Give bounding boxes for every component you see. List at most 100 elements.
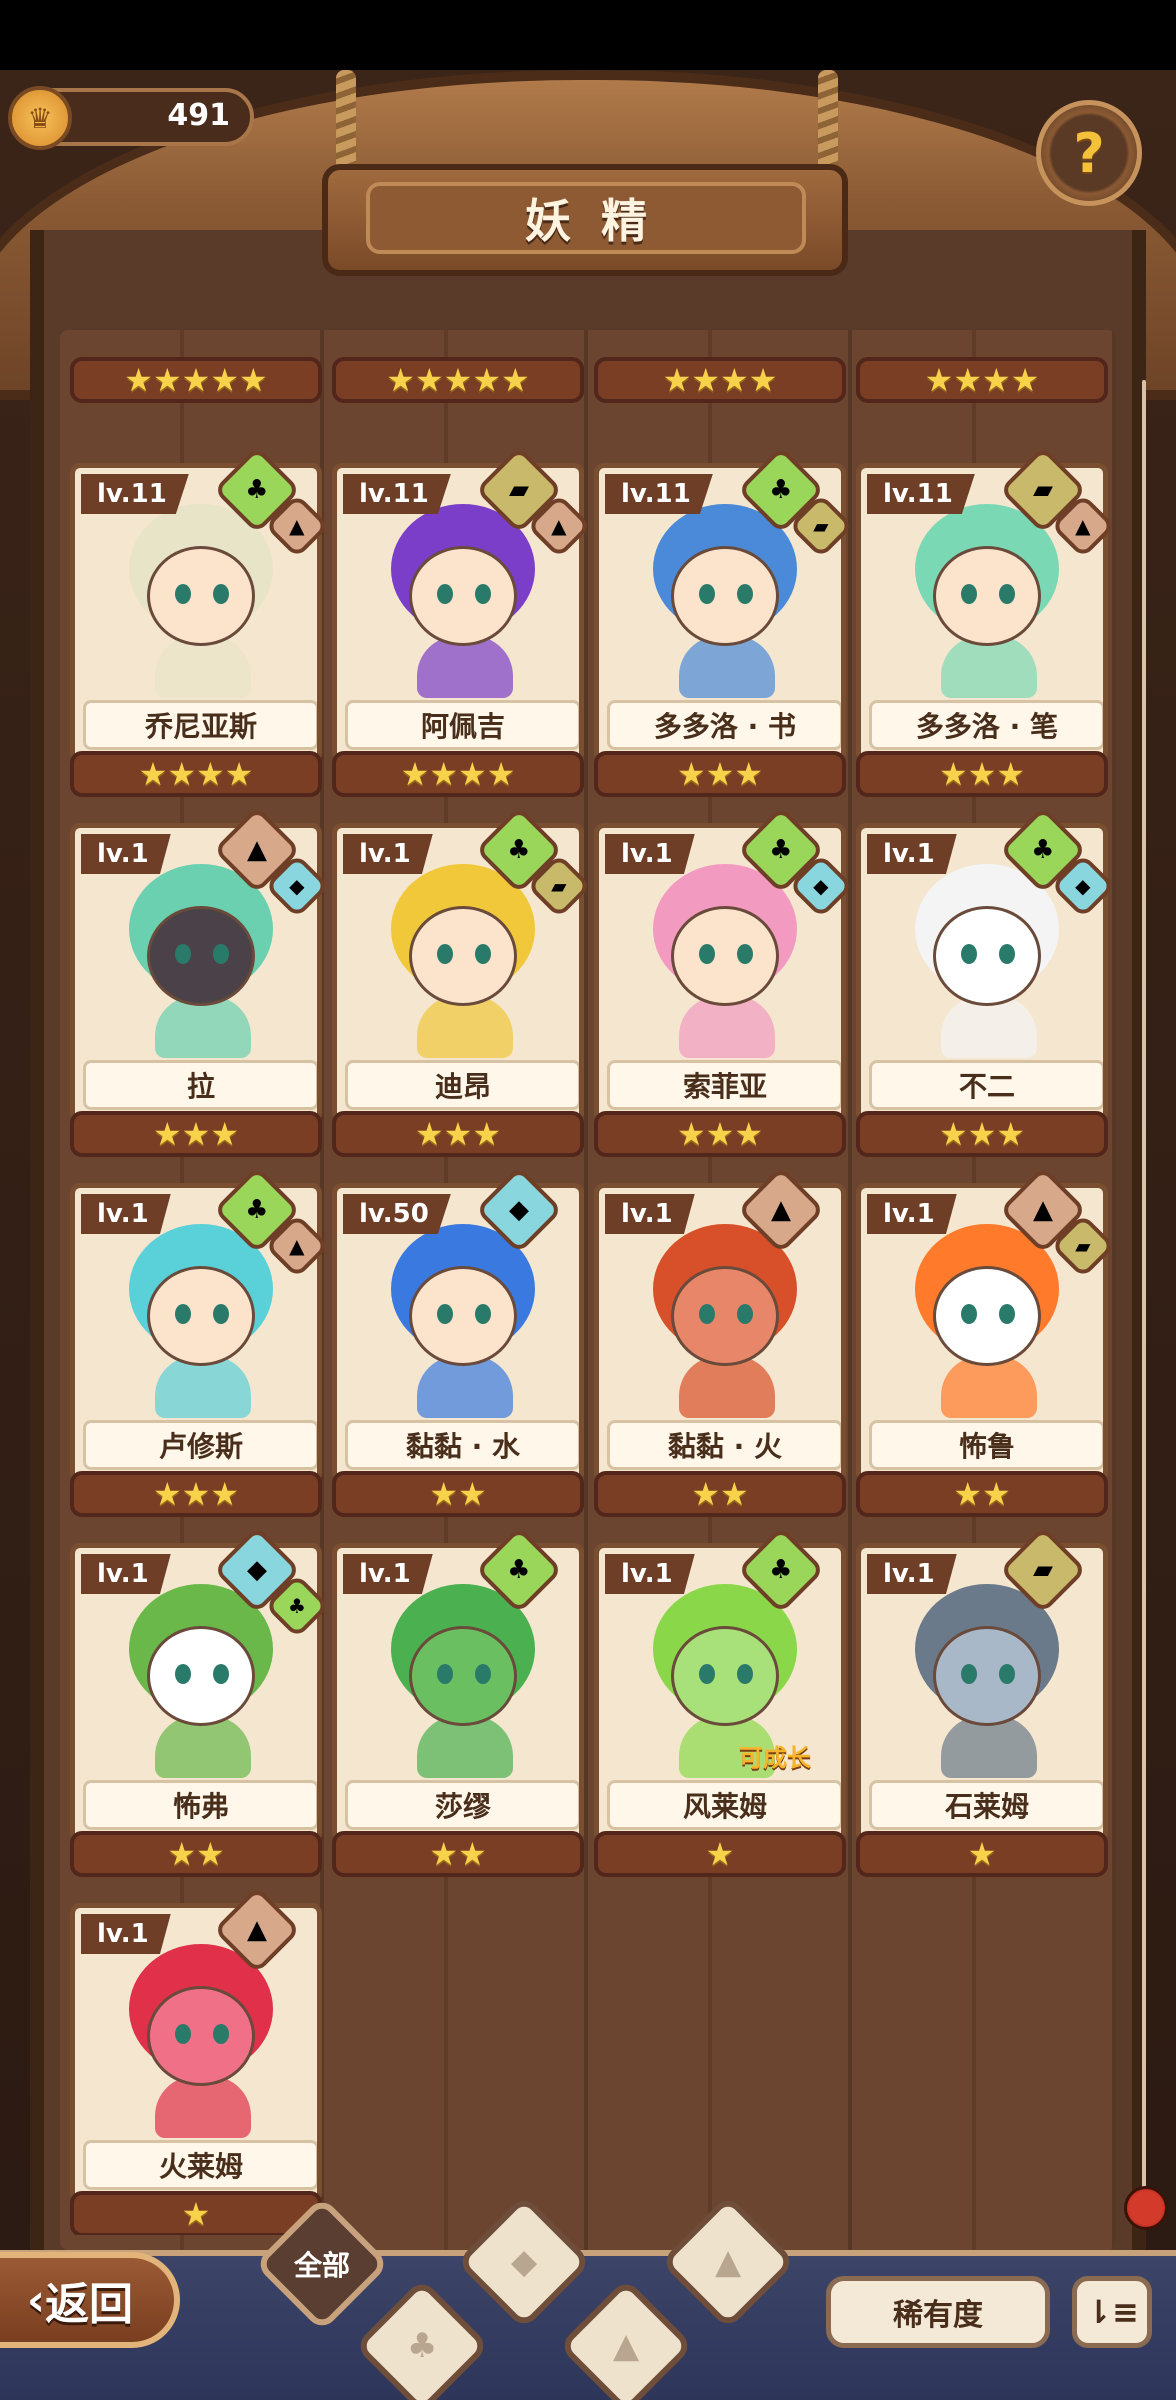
- card-star-strip: ★★★: [856, 1111, 1108, 1157]
- fairy-card[interactable]: 怖弗 lv.1 ◆ ♣ ★★: [70, 1526, 330, 1877]
- fairy-card[interactable]: 黏黏 · 火 lv.1 ▲ ★★: [594, 1166, 846, 1517]
- fairy-name: 多多洛 · 书: [607, 700, 841, 750]
- fairy-card[interactable]: 火莱姆 lv.1 ▲ ★: [70, 1886, 322, 2235]
- level-badge: lv.1: [343, 834, 433, 874]
- status-bar: [0, 0, 1176, 70]
- fairy-card[interactable]: 索菲亚 lv.1 ♣ ◆ ★★★: [594, 806, 854, 1157]
- card-frame: 莎缪 lv.1: [332, 1543, 584, 1843]
- level-badge: lv.1: [605, 834, 695, 874]
- fairy-face: [671, 906, 779, 1006]
- fairy-eye: [175, 944, 191, 964]
- fairy-card[interactable]: 多多洛 · 书 lv.11 ♣ ▰ ★★★: [594, 446, 854, 797]
- card-star-strip: ★★★★: [332, 751, 584, 797]
- rock-glyph: ▲: [247, 1915, 267, 1945]
- rock-glyph: ▲: [551, 513, 567, 538]
- fairy-face: [409, 1626, 517, 1726]
- earth-glyph: ▰: [509, 475, 529, 505]
- plant-glyph: ♣: [245, 475, 269, 505]
- fairy-card[interactable]: 多多洛 · 笔 lv.11 ▰ ▲ ★★★: [856, 446, 1116, 797]
- partial-card-stars[interactable]: ★★★★: [594, 357, 846, 403]
- fairy-eye: [175, 584, 191, 604]
- fairy-eye: [999, 584, 1015, 604]
- card-star-strip: ★★★: [594, 1111, 846, 1157]
- growable-tag: 可成长: [739, 1744, 811, 1772]
- fairy-eye: [437, 1664, 453, 1684]
- plant-glyph: ♣: [1031, 835, 1055, 865]
- fairy-eye: [437, 584, 453, 604]
- star-rating: ★★★: [938, 1115, 1026, 1153]
- star-rating: ★★: [429, 1475, 487, 1513]
- fairy-card[interactable]: 可成长 风莱姆 lv.1 ♣ ★: [594, 1526, 846, 1877]
- fairy-eye: [737, 1304, 753, 1324]
- fairy-face: [671, 1626, 779, 1726]
- fairy-portrait: [91, 1928, 311, 2138]
- level-badge: lv.50: [343, 1194, 451, 1234]
- level-badge: lv.1: [81, 1194, 171, 1234]
- card-star-strip: ★★: [856, 1471, 1108, 1517]
- plant-glyph: ♣: [288, 1594, 306, 1618]
- sort-order-button[interactable]: ⇂≡: [1072, 2276, 1152, 2348]
- fairy-name: 拉: [83, 1060, 317, 1110]
- fairy-card[interactable]: 石莱姆 lv.1 ▰ ★: [856, 1526, 1108, 1877]
- star-rating: ★★: [167, 1835, 225, 1873]
- level-badge: lv.1: [343, 1554, 433, 1594]
- fairy-card[interactable]: 不二 lv.1 ♣ ◆ ★★★: [856, 806, 1116, 1157]
- rock-glyph: ▲: [771, 1195, 791, 1225]
- fairy-card[interactable]: 阿佩吉 lv.11 ▰ ▲ ★★★★: [332, 446, 592, 797]
- fairy-portrait: [353, 1568, 573, 1778]
- fairy-card[interactable]: 莎缪 lv.1 ♣ ★★: [332, 1526, 584, 1877]
- plant-glyph: ♣: [507, 835, 531, 865]
- card-star-strip: ★★★: [70, 1471, 322, 1517]
- fairy-eye: [475, 1304, 491, 1324]
- fairy-name: 黏黏 · 火: [607, 1420, 841, 1470]
- coin-icon: ♛: [8, 86, 72, 150]
- fairy-eye: [437, 1304, 453, 1324]
- fairy-eye: [213, 1664, 229, 1684]
- level-badge: lv.1: [605, 1554, 695, 1594]
- card-star-strip: ★★: [594, 1471, 846, 1517]
- back-button[interactable]: ‹ 返回: [0, 2252, 180, 2348]
- scrollbar-track[interactable]: [1142, 380, 1146, 2200]
- fairy-card[interactable]: 乔尼亚斯 lv.11 ♣ ▲ ★★★★: [70, 446, 330, 797]
- fairy-eye: [175, 1304, 191, 1324]
- plant-glyph: ♣: [245, 1195, 269, 1225]
- fairy-name: 多多洛 · 笔: [869, 700, 1103, 750]
- card-star-strip: ★★: [332, 1471, 584, 1517]
- card-frame: 可成长 风莱姆 lv.1: [594, 1543, 846, 1843]
- scroll-thumb-ladybug[interactable]: [1124, 2186, 1168, 2230]
- fairy-card[interactable]: 迪昂 lv.1 ♣ ▰ ★★★: [332, 806, 592, 1157]
- card-star-strip: ★★★: [856, 751, 1108, 797]
- fairy-card[interactable]: 卢修斯 lv.1 ♣ ▲ ★★★: [70, 1166, 330, 1517]
- star-rating: ★★★: [676, 755, 764, 793]
- card-frame: 黏黏 · 火 lv.1: [594, 1183, 846, 1483]
- level-badge: lv.1: [81, 1554, 171, 1594]
- fairy-card[interactable]: 拉 lv.1 ▲ ◆ ★★★: [70, 806, 330, 1157]
- help-icon: ?: [1073, 121, 1105, 185]
- plant-glyph: ♣: [769, 835, 793, 865]
- fairy-portrait: [353, 1208, 573, 1418]
- fairy-grid[interactable]: ★★★★★ ★★★★★ ★★★★ ★★★★ 乔尼亚斯 lv.11 ♣ ▲ ★★★★ 阿佩吉 lv.…: [60, 345, 1116, 2235]
- rarity-sort-button[interactable]: 稀有度: [826, 2276, 1050, 2348]
- card-frame: 黏黏 · 水 lv.50: [332, 1183, 584, 1483]
- partial-card-stars[interactable]: ★★★★★: [332, 357, 584, 403]
- level-badge: lv.11: [867, 474, 975, 514]
- fairy-eye: [475, 584, 491, 604]
- partial-card-stars[interactable]: ★★★★★: [70, 357, 322, 403]
- fairy-portrait: [615, 1208, 835, 1418]
- water-glyph: ◆: [247, 1555, 267, 1585]
- fairy-card[interactable]: 黏黏 · 水 lv.50 ◆ ★★: [332, 1166, 584, 1517]
- fairy-face: [409, 1266, 517, 1366]
- star-rating: ★: [705, 1835, 735, 1873]
- star-rating: ★★: [953, 1475, 1011, 1513]
- card-star-strip: ★: [856, 1831, 1108, 1877]
- fairy-face: [147, 1266, 255, 1366]
- fairy-card[interactable]: 怖鲁 lv.1 ▲ ▰ ★★: [856, 1166, 1116, 1517]
- earth-glyph: ▰: [1033, 475, 1053, 505]
- star-rating: ★★★★: [662, 361, 778, 399]
- level-badge: lv.1: [867, 1194, 957, 1234]
- help-button[interactable]: ?: [1036, 100, 1142, 206]
- partial-card-stars[interactable]: ★★★★: [856, 357, 1108, 403]
- fairy-eye: [475, 1664, 491, 1684]
- earth-glyph: ▰: [1075, 1233, 1091, 1258]
- star-rating: ★★★: [938, 755, 1026, 793]
